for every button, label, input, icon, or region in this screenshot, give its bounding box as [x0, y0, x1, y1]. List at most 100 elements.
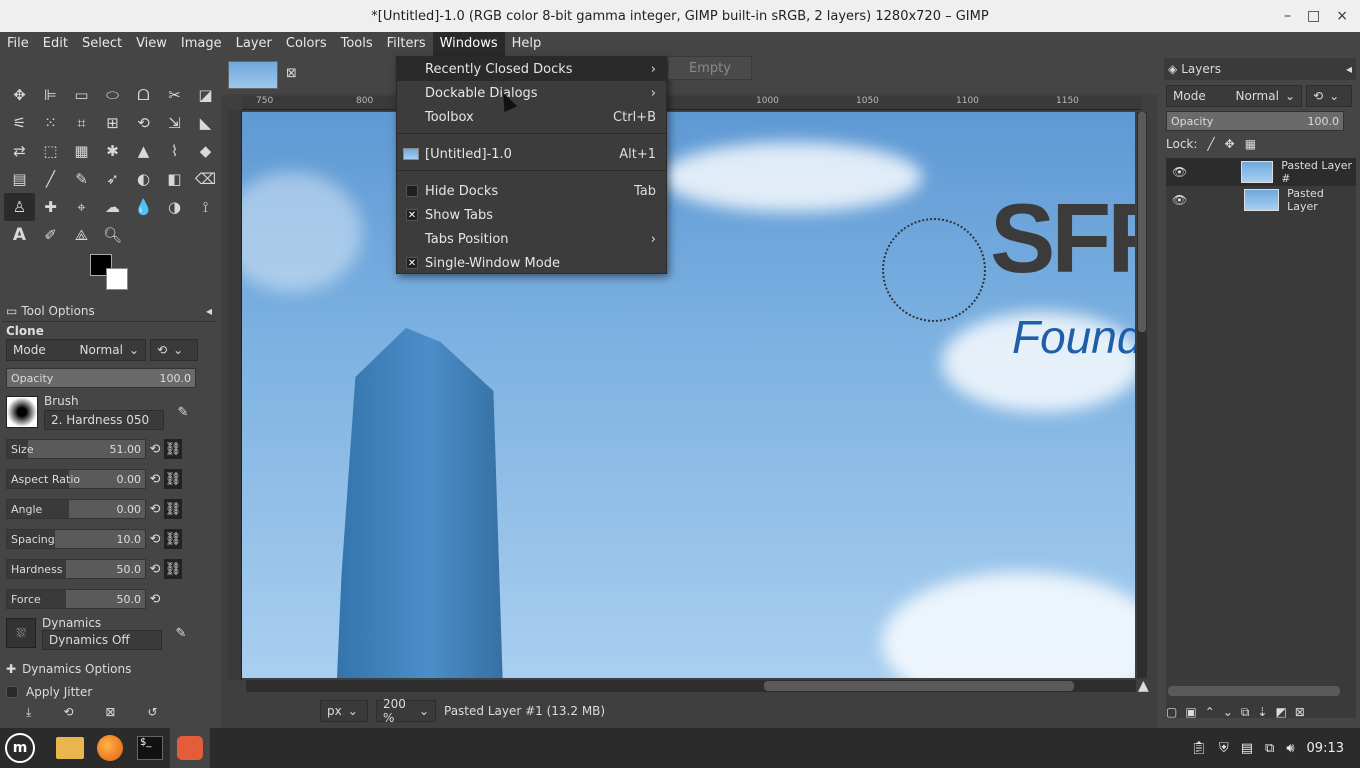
edit-brush-icon[interactable]: ✎	[174, 402, 192, 422]
reset-icon[interactable]: ⟲	[146, 529, 164, 549]
maximize-button[interactable]: □	[1307, 8, 1320, 24]
menu-item-dockable-dialogs[interactable]: Dockable Dialogs ›	[397, 81, 666, 105]
anchor-layer-icon[interactable]: ⇣	[1257, 705, 1267, 719]
ink-icon[interactable]: ◐	[128, 165, 159, 193]
menu-item-tabs-position[interactable]: Tabs Position ›	[397, 227, 666, 251]
rect-select-icon[interactable]: ▭	[66, 81, 97, 109]
zoom-icon[interactable]: 🔍︎	[97, 221, 128, 249]
lock-alpha-icon[interactable]: ▦	[1245, 137, 1256, 151]
mode-select[interactable]: Mode Normal ⌄	[6, 339, 146, 361]
paintbrush-icon[interactable]: ╱	[35, 165, 66, 193]
pencil-icon[interactable]: ✎	[66, 165, 97, 193]
reset-icon[interactable]: ⟲	[146, 469, 164, 489]
fill-icon[interactable]: ◆	[190, 137, 221, 165]
network-icon[interactable]: ⧉	[1265, 741, 1274, 756]
layers-scrollbar[interactable]	[1168, 686, 1340, 696]
show-tabs-checkbox[interactable]: ✕	[406, 209, 418, 221]
reset-options-icon[interactable]: ↺	[147, 705, 157, 719]
link-icon[interactable]: ⛓	[164, 529, 182, 549]
scale-icon[interactable]: ⇲	[159, 109, 190, 137]
tool-options-tab[interactable]: ▭ Tool Options ◂	[2, 300, 216, 322]
navigate-icon[interactable]: ▲	[1138, 678, 1149, 694]
reset-icon[interactable]: ⟲	[146, 499, 164, 519]
close-button[interactable]: ×	[1336, 8, 1348, 24]
menu-file[interactable]: File	[0, 32, 36, 56]
gimp-icon[interactable]	[170, 728, 210, 768]
firefox-icon[interactable]	[90, 728, 130, 768]
delete-options-icon[interactable]: ⊠	[105, 705, 115, 719]
aspect-ratio-slider[interactable]: Aspect Ratio 0.00	[6, 469, 146, 489]
minimize-button[interactable]: –	[1284, 8, 1291, 24]
eye-icon[interactable]: 👁︎	[1172, 165, 1187, 179]
delete-layer-icon[interactable]: ⊠	[1295, 705, 1305, 719]
size-slider[interactable]: Size 51.00	[6, 439, 146, 459]
lock-pixels-icon[interactable]: ╱	[1207, 137, 1214, 151]
raise-layer-icon[interactable]: ⌃	[1205, 705, 1215, 719]
mint-menu-icon[interactable]: m	[0, 728, 40, 768]
unified-transform-icon[interactable]: ⊞	[97, 109, 128, 137]
terminal-icon[interactable]: $_	[130, 728, 170, 768]
mode-reset[interactable]: ⟲ ⌄	[150, 339, 198, 361]
files-icon[interactable]	[50, 728, 90, 768]
menu-tools[interactable]: Tools	[334, 32, 380, 56]
clock[interactable]: 09:13	[1307, 741, 1344, 756]
menu-item-show-tabs[interactable]: ✕ Show Tabs	[397, 203, 666, 227]
lock-position-icon[interactable]: ✥	[1225, 137, 1235, 151]
background-color[interactable]	[106, 268, 128, 290]
menu-item-image-untitled[interactable]: [Untitled]-1.0 Alt+1	[397, 142, 666, 166]
menu-select[interactable]: Select	[75, 32, 129, 56]
menu-item-recently-closed-docks[interactable]: Recently Closed Docks ›	[397, 57, 666, 81]
save-options-icon[interactable]: ⤓	[26, 705, 31, 720]
link-icon[interactable]: ⛓	[164, 439, 182, 459]
color-select-icon[interactable]: ⁙	[35, 109, 66, 137]
reset-icon[interactable]: ⟲	[146, 439, 164, 459]
new-layer-group-icon[interactable]: ▣	[1185, 705, 1196, 719]
link-icon[interactable]: ⛓	[164, 499, 182, 519]
hide-docks-checkbox[interactable]	[406, 185, 418, 197]
dodge-icon[interactable]: ◑	[159, 193, 190, 221]
notes-icon[interactable]: ▤	[1241, 741, 1253, 756]
align-tool-icon[interactable]: ⊫	[35, 81, 66, 109]
blur-icon[interactable]: 💧	[128, 193, 159, 221]
tab-menu-icon[interactable]: ◂	[206, 304, 212, 318]
airbrush-icon[interactable]: ➶	[97, 165, 128, 193]
hardness-slider[interactable]: Hardness 50.0	[6, 559, 146, 579]
perspective-icon[interactable]: ⬚	[35, 137, 66, 165]
shear-icon[interactable]: ◣	[190, 109, 221, 137]
rotate-icon[interactable]: ⟲	[128, 109, 159, 137]
layer-opacity-slider[interactable]: Opacity 100.0	[1166, 111, 1344, 131]
eraser-icon[interactable]: ⌫	[190, 165, 221, 193]
menu-help[interactable]: Help	[505, 32, 549, 56]
restore-options-icon[interactable]: ⟲	[63, 705, 73, 719]
measure-icon[interactable]: ⟁	[66, 221, 97, 249]
horizontal-scrollbar[interactable]	[246, 680, 1136, 692]
reset-icon[interactable]: ⟲	[146, 559, 164, 579]
menu-view[interactable]: View	[129, 32, 174, 56]
lasso-icon[interactable]: ᗝ	[128, 81, 159, 109]
menu-filters[interactable]: Filters	[380, 32, 433, 56]
shield-icon[interactable]: ⛨	[1219, 741, 1229, 756]
gradient-icon[interactable]: ▤	[4, 165, 35, 193]
smudge-icon[interactable]: ☁	[97, 193, 128, 221]
new-layer-icon[interactable]: ▢	[1166, 705, 1177, 719]
single-window-checkbox[interactable]: ✕	[406, 257, 418, 269]
fuzzy-select-icon[interactable]: ⚟	[4, 109, 35, 137]
force-slider[interactable]: Force 50.0	[6, 589, 146, 609]
image-canvas[interactable]: SFF Founda	[242, 112, 1135, 678]
lower-layer-icon[interactable]: ⌄	[1223, 705, 1233, 719]
opacity-slider[interactable]: Opacity 100.0	[6, 368, 196, 388]
unit-select[interactable]: px ⌄	[320, 700, 368, 722]
expander-icon[interactable]: ✚	[6, 662, 16, 676]
mask-icon[interactable]: ◩	[1275, 705, 1286, 719]
reset-icon[interactable]: ⟲	[146, 589, 164, 609]
bucket-fill-icon[interactable]: ▲	[128, 137, 159, 165]
angle-slider[interactable]: Angle 0.00	[6, 499, 146, 519]
image-tab-thumbnail[interactable]	[228, 61, 278, 89]
paths-icon[interactable]: ⌇	[159, 137, 190, 165]
flip-icon[interactable]: ⇄	[4, 137, 35, 165]
volume-icon[interactable]: 🔊︎	[1286, 741, 1294, 756]
clone-tool-icon[interactable]: ♙	[4, 193, 35, 221]
heal-icon[interactable]: ✚	[35, 193, 66, 221]
menu-colors[interactable]: Colors	[279, 32, 334, 56]
menu-windows[interactable]: Windows	[432, 32, 505, 56]
